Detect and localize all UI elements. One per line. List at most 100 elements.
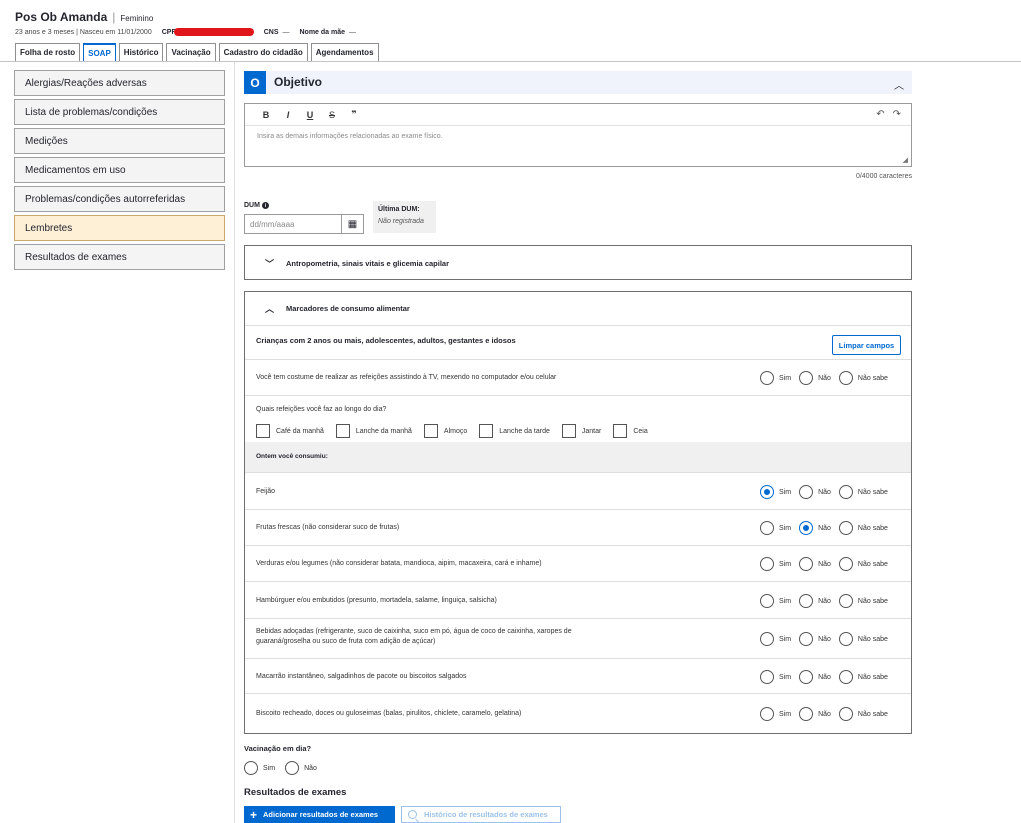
radio-circle[interactable]: [760, 632, 774, 646]
tab-soap[interactable]: SOAP: [83, 43, 116, 61]
radio-circle[interactable]: [838, 521, 853, 535]
radio-nao[interactable]: Não: [799, 521, 831, 535]
food-row: Verduras e/ou legumes (não considerar ba…: [245, 545, 911, 581]
antropometria-accordion[interactable]: ﹀ Antropometria, sinais vitais e glicemi…: [244, 245, 912, 280]
radio-sim[interactable]: Sim: [760, 594, 791, 608]
sidebar-item[interactable]: Problemas/condições autorreferidas: [14, 186, 225, 212]
radio-circle[interactable]: [760, 371, 774, 385]
chevron-up-icon[interactable]: ︿: [894, 77, 904, 92]
radio-circle[interactable]: [799, 594, 814, 608]
radio-sim[interactable]: Sim: [760, 632, 791, 646]
dum-date-input[interactable]: dd/mm/aaaa ▦: [244, 214, 364, 234]
radio-circle[interactable]: [838, 485, 853, 499]
meal-checkbox[interactable]: Ceia: [613, 424, 648, 438]
tab-vacinação[interactable]: Vacinação: [166, 43, 216, 61]
radio-nao[interactable]: Não: [799, 557, 831, 571]
radio-nao[interactable]: Não: [799, 707, 831, 721]
sidebar-item[interactable]: Medicamentos em uso: [14, 157, 225, 183]
radio-circle[interactable]: [838, 707, 853, 721]
checkbox-box[interactable]: [613, 424, 628, 438]
tab-agendamentos[interactable]: Agendamentos: [310, 43, 379, 61]
radio-sim[interactable]: Sim: [244, 761, 275, 775]
radio-circle[interactable]: [838, 594, 853, 608]
radio-circle[interactable]: [799, 670, 814, 684]
radio-circle[interactable]: [799, 707, 814, 721]
radio-circle[interactable]: [838, 632, 853, 646]
checkbox-box[interactable]: [256, 424, 270, 438]
radio-sim[interactable]: Sim: [760, 557, 791, 571]
resize-handle-icon[interactable]: ◢: [903, 156, 908, 164]
checkbox-box[interactable]: [335, 424, 350, 438]
history-results-button[interactable]: Histórico de resultados de exames: [401, 806, 561, 823]
radio-circle[interactable]: [244, 761, 258, 775]
radio-circle[interactable]: [838, 371, 853, 385]
meal-checkbox[interactable]: Almoço: [423, 424, 467, 438]
sidebar-item[interactable]: Resultados de exames: [14, 244, 225, 270]
strikethrough-button[interactable]: S: [321, 110, 343, 120]
underline-button[interactable]: U: [299, 110, 321, 120]
info-icon[interactable]: i: [261, 202, 269, 209]
radio-circle[interactable]: [285, 761, 300, 775]
radio-nao[interactable]: Não: [799, 485, 831, 499]
radio-nao-sabe[interactable]: Não sabe: [838, 632, 888, 646]
italic-button[interactable]: I: [277, 110, 299, 120]
radio-circle[interactable]: [760, 707, 774, 721]
objetivo-header[interactable]: O Objetivo ︿: [244, 71, 912, 94]
marcadores-header[interactable]: ︿ Marcadores de consumo alimentar: [245, 292, 911, 326]
meal-checkbox[interactable]: Café da manhã: [256, 424, 324, 438]
radio-nao-sabe[interactable]: Não sabe: [838, 557, 888, 571]
radio-circle[interactable]: [799, 371, 814, 385]
antropometria-header[interactable]: ﹀ Antropometria, sinais vitais e glicemi…: [245, 246, 911, 280]
tab-cadastro-do-cidadão[interactable]: Cadastro do cidadão: [218, 43, 308, 61]
limpar-campos-button[interactable]: Limpar campos: [832, 335, 901, 355]
radio-nao-sabe[interactable]: Não sabe: [838, 485, 888, 499]
meal-checkbox[interactable]: Lanche da manhã: [335, 424, 412, 438]
checkbox-box[interactable]: [561, 424, 576, 438]
calendar-icon[interactable]: ▦: [341, 215, 363, 233]
sidebar-item[interactable]: Alergias/Reações adversas: [14, 70, 225, 96]
sidebar-item[interactable]: Medições: [14, 128, 225, 154]
radio-nao[interactable]: Não: [799, 371, 831, 385]
editor-toolbar: B I U S ❞ ↶ ↷: [245, 104, 911, 126]
radio-nao-sabe[interactable]: Não sabe: [838, 670, 888, 684]
radio-sim[interactable]: Sim: [760, 521, 791, 535]
sidebar-item[interactable]: Lista de problemas/condições: [14, 99, 225, 125]
checkbox-box[interactable]: [423, 424, 438, 438]
radio-circle[interactable]: [760, 557, 774, 571]
meal-checkbox[interactable]: Lanche da tarde: [479, 424, 550, 438]
tab-folha-de-rosto[interactable]: Folha de rosto: [15, 43, 81, 61]
checkbox-box[interactable]: [479, 424, 494, 438]
objetivo-editor[interactable]: B I U S ❞ ↶ ↷ Insira as demais informaçõ…: [244, 103, 912, 167]
undo-icon[interactable]: ↶: [876, 109, 884, 120]
radio-nao[interactable]: Não: [799, 632, 831, 646]
radio-nao-sabe[interactable]: Não sabe: [838, 371, 888, 385]
radio-sim[interactable]: Sim: [760, 485, 791, 499]
radio-nao-sabe[interactable]: Não sabe: [838, 521, 888, 535]
tab-histórico[interactable]: Histórico: [118, 43, 164, 61]
radio-sim[interactable]: Sim: [760, 707, 791, 721]
radio-nao[interactable]: Não: [799, 670, 831, 684]
radio-nao-sabe[interactable]: Não sabe: [838, 707, 888, 721]
sidebar-item[interactable]: Lembretes: [14, 215, 225, 241]
radio-circle[interactable]: [838, 670, 853, 684]
radio-circle[interactable]: [760, 594, 774, 608]
radio-circle[interactable]: [799, 521, 814, 535]
radio-circle[interactable]: [760, 485, 774, 499]
radio-circle[interactable]: [799, 557, 814, 571]
radio-sim[interactable]: Sim: [760, 371, 791, 385]
radio-circle[interactable]: [799, 632, 814, 646]
radio-circle[interactable]: [760, 521, 774, 535]
bold-button[interactable]: B: [255, 110, 277, 120]
radio-nao-sabe[interactable]: Não sabe: [838, 594, 888, 608]
radio-sim[interactable]: Sim: [760, 670, 791, 684]
add-results-button[interactable]: + Adicionar resultados de exames: [244, 806, 395, 823]
radio-nao[interactable]: Não: [285, 761, 317, 775]
radio-nao[interactable]: Não: [799, 594, 831, 608]
radio-circle[interactable]: [838, 557, 853, 571]
meal-checkbox[interactable]: Jantar: [561, 424, 601, 438]
redo-icon[interactable]: ↷: [893, 109, 901, 120]
quote-button[interactable]: ❞: [343, 109, 365, 120]
radio-label: Não: [818, 673, 831, 681]
radio-circle[interactable]: [760, 670, 774, 684]
radio-circle[interactable]: [799, 485, 814, 499]
